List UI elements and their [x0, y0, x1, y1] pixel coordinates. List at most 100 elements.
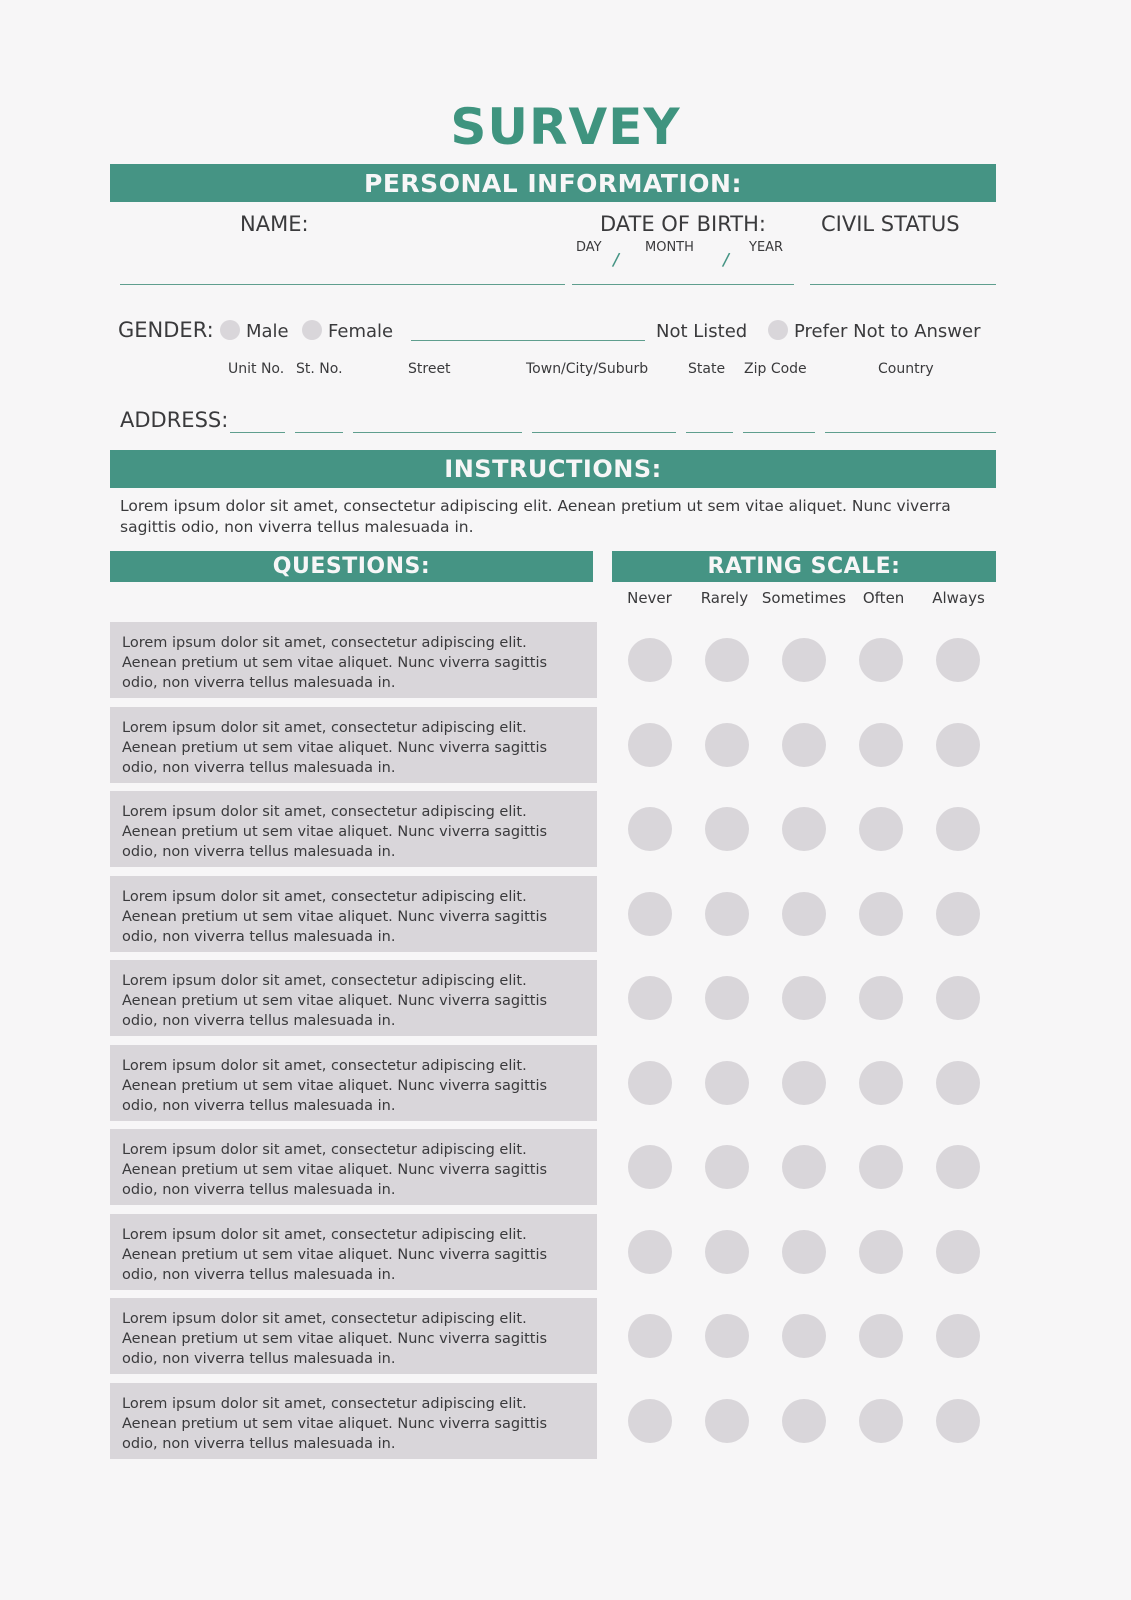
rating-cell — [919, 1229, 996, 1274]
rating-radio-always[interactable] — [935, 1314, 980, 1358]
rating-cell — [766, 1229, 843, 1274]
rating-options — [612, 1060, 996, 1105]
rating-radio-rarely[interactable] — [705, 891, 750, 936]
rating-radio-never[interactable] — [628, 807, 673, 851]
rating-radio-never[interactable] — [628, 976, 673, 1020]
rating-radio-always[interactable] — [935, 722, 980, 767]
rating-radio-sometimes[interactable] — [781, 1229, 826, 1274]
rating-cell — [689, 1060, 766, 1105]
rating-radio-always[interactable] — [935, 1398, 980, 1443]
rating-radio-sometimes[interactable] — [781, 807, 826, 851]
rating-radio-often[interactable] — [858, 1060, 903, 1105]
rating-radio-never[interactable] — [628, 638, 673, 682]
rating-radio-sometimes[interactable] — [781, 638, 826, 682]
question-text: Lorem ipsum dolor sit amet, consectetur … — [122, 719, 548, 776]
rating-cell — [766, 1314, 843, 1358]
address-input-town-city-suburb[interactable] — [532, 432, 676, 433]
rating-radio-always[interactable] — [935, 638, 980, 682]
rating-radio-always[interactable] — [935, 807, 980, 851]
rating-radio-rarely[interactable] — [705, 1145, 750, 1189]
address-input-state[interactable] — [686, 432, 733, 433]
rating-radio-often[interactable] — [858, 807, 903, 851]
question-text-box: Lorem ipsum dolor sit amet, consectetur … — [110, 791, 597, 867]
section-header-personal-information: PERSONAL INFORMATION: — [110, 164, 996, 202]
rating-radio-never[interactable] — [628, 891, 673, 936]
rating-radio-rarely[interactable] — [705, 1060, 750, 1105]
address-header-street: Street — [408, 361, 451, 377]
rating-radio-never[interactable] — [628, 1145, 673, 1189]
civil-status-label: CIVIL STATUS — [821, 212, 960, 236]
rating-radio-often[interactable] — [858, 891, 903, 936]
rating-radio-never[interactable] — [628, 1060, 673, 1105]
date-separator-slash-icon: / — [610, 249, 621, 273]
rating-radio-often[interactable] — [858, 1229, 903, 1274]
rating-radio-always[interactable] — [935, 891, 980, 936]
rating-radio-never[interactable] — [628, 1398, 673, 1443]
rating-cell — [842, 976, 919, 1020]
gender-option-prefer-not-to-answer-label[interactable]: Prefer Not to Answer — [794, 321, 981, 342]
rating-radio-sometimes[interactable] — [781, 976, 826, 1020]
rating-radio-sometimes[interactable] — [781, 1314, 826, 1358]
rating-cell — [842, 1145, 919, 1189]
question-row: Lorem ipsum dolor sit amet, consectetur … — [110, 706, 996, 792]
rating-label-rarely: Rarely — [700, 589, 749, 607]
rating-radio-rarely[interactable] — [705, 807, 750, 851]
rating-options — [612, 807, 996, 851]
rating-radio-often[interactable] — [858, 1145, 903, 1189]
rating-radio-often[interactable] — [858, 1314, 903, 1358]
rating-radio-sometimes[interactable] — [781, 722, 826, 767]
gender-radio-male[interactable] — [220, 320, 240, 340]
gender-option-male-label[interactable]: Male — [246, 321, 289, 342]
address-input-zip-code[interactable] — [743, 432, 815, 433]
date-of-birth-input[interactable] — [572, 284, 794, 285]
rating-radio-sometimes[interactable] — [781, 1398, 826, 1443]
address-input-st-no[interactable] — [295, 432, 343, 433]
rating-radio-often[interactable] — [858, 976, 903, 1020]
rating-label-sometimes: Sometimes — [761, 589, 847, 607]
rating-cell — [689, 891, 766, 936]
instructions-text: Lorem ipsum dolor sit amet, consectetur … — [120, 497, 951, 536]
address-header-town-city-suburb: Town/City/Suburb — [526, 361, 649, 377]
gender-radio-female[interactable] — [302, 320, 322, 340]
rating-radio-often[interactable] — [858, 722, 903, 767]
rating-cell — [689, 722, 766, 767]
rating-radio-rarely[interactable] — [705, 976, 750, 1020]
rating-cell — [612, 891, 689, 936]
rating-radio-never[interactable] — [628, 722, 673, 767]
rating-radio-always[interactable] — [935, 1229, 980, 1274]
rating-label-always: Always — [932, 589, 985, 607]
address-input-unit-no[interactable] — [230, 432, 285, 433]
rating-radio-often[interactable] — [858, 1398, 903, 1443]
rating-radio-sometimes[interactable] — [781, 1145, 826, 1189]
rating-radio-rarely[interactable] — [705, 1398, 750, 1443]
rating-radio-always[interactable] — [935, 1060, 980, 1105]
rating-radio-often[interactable] — [858, 638, 903, 682]
rating-cell — [919, 807, 996, 851]
rating-radio-rarely[interactable] — [705, 1229, 750, 1274]
rating-radio-rarely[interactable] — [705, 638, 750, 682]
rating-cell — [842, 638, 919, 682]
gender-option-female-label[interactable]: Female — [328, 321, 393, 342]
name-label: NAME: — [240, 212, 309, 236]
rating-radio-never[interactable] — [628, 1229, 673, 1274]
date-separator-slash-icon-2: / — [720, 249, 731, 273]
address-input-street[interactable] — [353, 432, 522, 433]
rating-radio-never[interactable] — [628, 1314, 673, 1358]
gender-radio-prefer-not-to-answer[interactable] — [768, 320, 788, 340]
gender-not-listed-input[interactable] — [411, 340, 645, 341]
rating-cell — [919, 1060, 996, 1105]
address-input-country[interactable] — [825, 432, 996, 433]
address-header-st-no: St. No. — [296, 361, 343, 377]
question-row: Lorem ipsum dolor sit amet, consectetur … — [110, 791, 996, 876]
rating-radio-rarely[interactable] — [705, 722, 750, 767]
address-header-country: Country — [878, 361, 934, 377]
rating-radio-always[interactable] — [935, 976, 980, 1020]
rating-radio-sometimes[interactable] — [781, 1060, 826, 1105]
rating-radio-always[interactable] — [935, 1145, 980, 1189]
name-input[interactable] — [120, 284, 565, 285]
civil-status-input[interactable] — [810, 284, 996, 285]
rating-radio-rarely[interactable] — [705, 1314, 750, 1358]
rating-radio-sometimes[interactable] — [781, 891, 826, 936]
page-title: SURVEY — [450, 98, 681, 156]
rating-cell — [842, 1314, 919, 1358]
